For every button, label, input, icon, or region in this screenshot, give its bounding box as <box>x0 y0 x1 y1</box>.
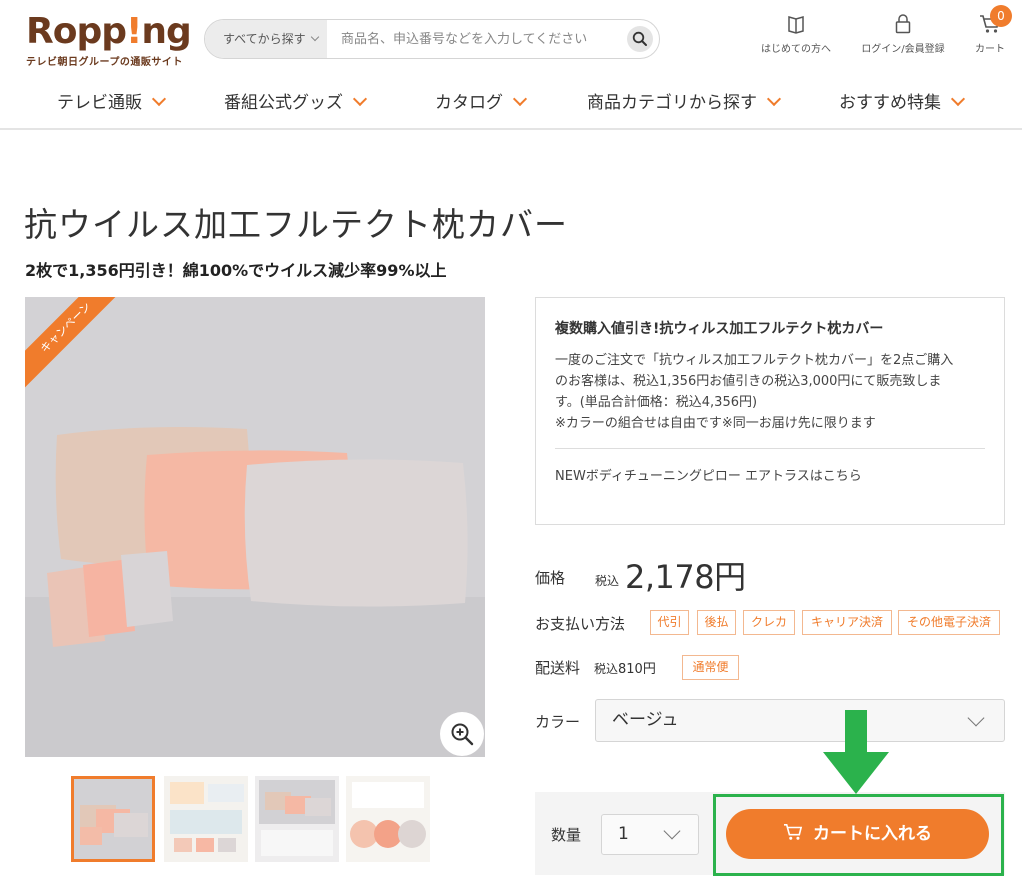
chevron-down-icon <box>663 822 681 840</box>
chevron-down-icon <box>352 91 368 107</box>
thumbnail-image <box>164 776 248 862</box>
product-title: 抗ウイルス加工フルテクト枕カバー <box>24 205 568 244</box>
shipping-type-tag: 通常便 <box>682 655 739 680</box>
thumbnail-image <box>346 776 430 862</box>
search-scope-label: すべてから探す <box>223 32 306 46</box>
campaign-description: 一度のご注文で「抗ウィルス加工フルテクト枕カバー」を2点ご購入 のお客様は、税込… <box>555 350 985 434</box>
search-scope-select[interactable]: すべてから探す <box>205 20 327 58</box>
quantity-value: 1 <box>618 824 629 844</box>
payment-tag: 代引 <box>650 610 689 635</box>
book-icon <box>788 16 804 34</box>
chevron-down-icon <box>967 709 985 727</box>
site-header: Ropp!ng テレビ朝日グループの通販サイト すべてから探す はじめての方へ … <box>0 0 1022 130</box>
price-label: 価格 <box>535 569 566 587</box>
product-subtitle: 2枚で1,356円引き！綿100%でウイルス減少率99%以上 <box>25 261 447 280</box>
logo-text-bang: ! <box>126 11 142 52</box>
payment-methods-row: お支払い方法 代引 後払 クレカ キャリア決済 その他電子決済 <box>535 610 1005 636</box>
nav-label: 番組公式グッズ <box>224 93 343 113</box>
quantity-label: 数量 <box>551 826 582 844</box>
cart-icon <box>784 823 803 840</box>
nav-item-recommended[interactable]: おすすめ特集 <box>839 88 966 113</box>
campaign-title: 複数購入値引き!抗ウィルス加工フルテクト枕カバー <box>555 321 884 337</box>
search-button[interactable] <box>627 26 653 52</box>
payment-label: お支払い方法 <box>535 615 626 633</box>
chevron-down-icon <box>512 91 528 107</box>
cart-label: カート <box>975 44 1005 55</box>
nav-label: テレビ通販 <box>57 93 142 113</box>
campaign-line: のお客様は、税込1,356円お値引きの税込3,000円にて販売致しま <box>555 374 942 389</box>
chevron-down-icon <box>151 91 167 107</box>
chevron-down-icon <box>766 91 782 107</box>
shipping-tax-label: 税込 <box>594 662 619 676</box>
nav-label: 商品カテゴリから探す <box>587 93 757 113</box>
price-value: 2,178円 <box>625 558 746 596</box>
color-selected-value: ベージュ <box>612 710 679 730</box>
search-icon <box>632 31 647 46</box>
beginners-guide-label: はじめての方へ <box>761 44 831 55</box>
thumbnail-3[interactable] <box>255 776 339 862</box>
thumbnail-2[interactable] <box>164 776 248 862</box>
color-select[interactable]: ベージュ <box>595 699 1005 742</box>
login-link[interactable]: ログイン/会員登録 <box>858 14 948 55</box>
nav-label: おすすめ特集 <box>839 93 941 113</box>
payment-tag: キャリア決済 <box>802 610 892 635</box>
thumbnail-1[interactable] <box>71 776 155 862</box>
payment-tag: クレカ <box>743 610 795 635</box>
divider <box>555 448 985 449</box>
nav-item-official-goods[interactable]: 番組公式グッズ <box>224 88 368 113</box>
nav-item-catalog[interactable]: カタログ <box>435 88 528 113</box>
search-input[interactable] <box>327 20 621 58</box>
nav-item-tv-shopping[interactable]: テレビ通販 <box>57 88 167 113</box>
price-tax-label: 税込 <box>595 574 620 588</box>
beginners-guide-link[interactable]: はじめての方へ <box>760 14 832 55</box>
cart-count-badge: 0 <box>990 5 1012 27</box>
color-label: カラー <box>535 713 581 731</box>
logo-text-end: ng <box>141 11 191 52</box>
shipping-value: 810円 <box>618 662 656 677</box>
chevron-down-icon <box>310 32 319 42</box>
thumbnail-strip <box>71 776 441 862</box>
add-to-cart-button[interactable]: カートに入れる <box>726 809 989 859</box>
thumbnail-4[interactable] <box>346 776 430 862</box>
product-photo <box>25 297 485 757</box>
lock-icon <box>895 14 911 34</box>
site-logo[interactable]: Ropp!ng テレビ朝日グループの通販サイト <box>26 11 192 69</box>
campaign-line: ※カラーの組合せは自由です※同一お届け先に限ります <box>555 416 876 431</box>
zoom-in-icon <box>451 723 474 746</box>
payment-tag: その他電子決済 <box>898 610 1000 635</box>
campaign-info-box: 複数購入値引き!抗ウィルス加工フルテクト枕カバー 一度のご注文で「抗ウィルス加工… <box>535 297 1005 525</box>
thumbnail-image <box>255 776 339 862</box>
quantity-select[interactable]: 1 <box>601 814 699 855</box>
login-label: ログイン/会員登録 <box>861 44 945 55</box>
logo-text: Ropp <box>26 11 127 52</box>
main-nav: テレビ通販 番組公式グッズ カタログ 商品カテゴリから探す おすすめ特集 <box>0 88 1022 120</box>
nav-label: カタログ <box>435 93 503 113</box>
shipping-label: 配送料 <box>535 659 581 677</box>
zoom-button[interactable] <box>440 712 484 756</box>
nav-item-categories[interactable]: 商品カテゴリから探す <box>587 88 782 113</box>
campaign-line: 一度のご注文で「抗ウィルス加工フルテクト枕カバー」を2点ご購入 <box>555 353 954 368</box>
thumbnail-image <box>74 779 152 859</box>
search-bar: すべてから探す <box>204 19 660 59</box>
logo-tagline: テレビ朝日グループの通販サイト <box>26 57 183 68</box>
product-main-image[interactable]: キャンペーン <box>25 297 485 757</box>
chevron-down-icon <box>950 91 966 107</box>
payment-tag: 後払 <box>697 610 736 635</box>
campaign-line: す。(単品合計価格：税込4,356円) <box>555 395 758 410</box>
arrow-down-icon <box>823 710 889 794</box>
add-to-cart-label: カートに入れる <box>813 824 932 844</box>
related-product-link[interactable]: NEWボディチューニングピロー エアトラスはこちら <box>555 465 985 484</box>
